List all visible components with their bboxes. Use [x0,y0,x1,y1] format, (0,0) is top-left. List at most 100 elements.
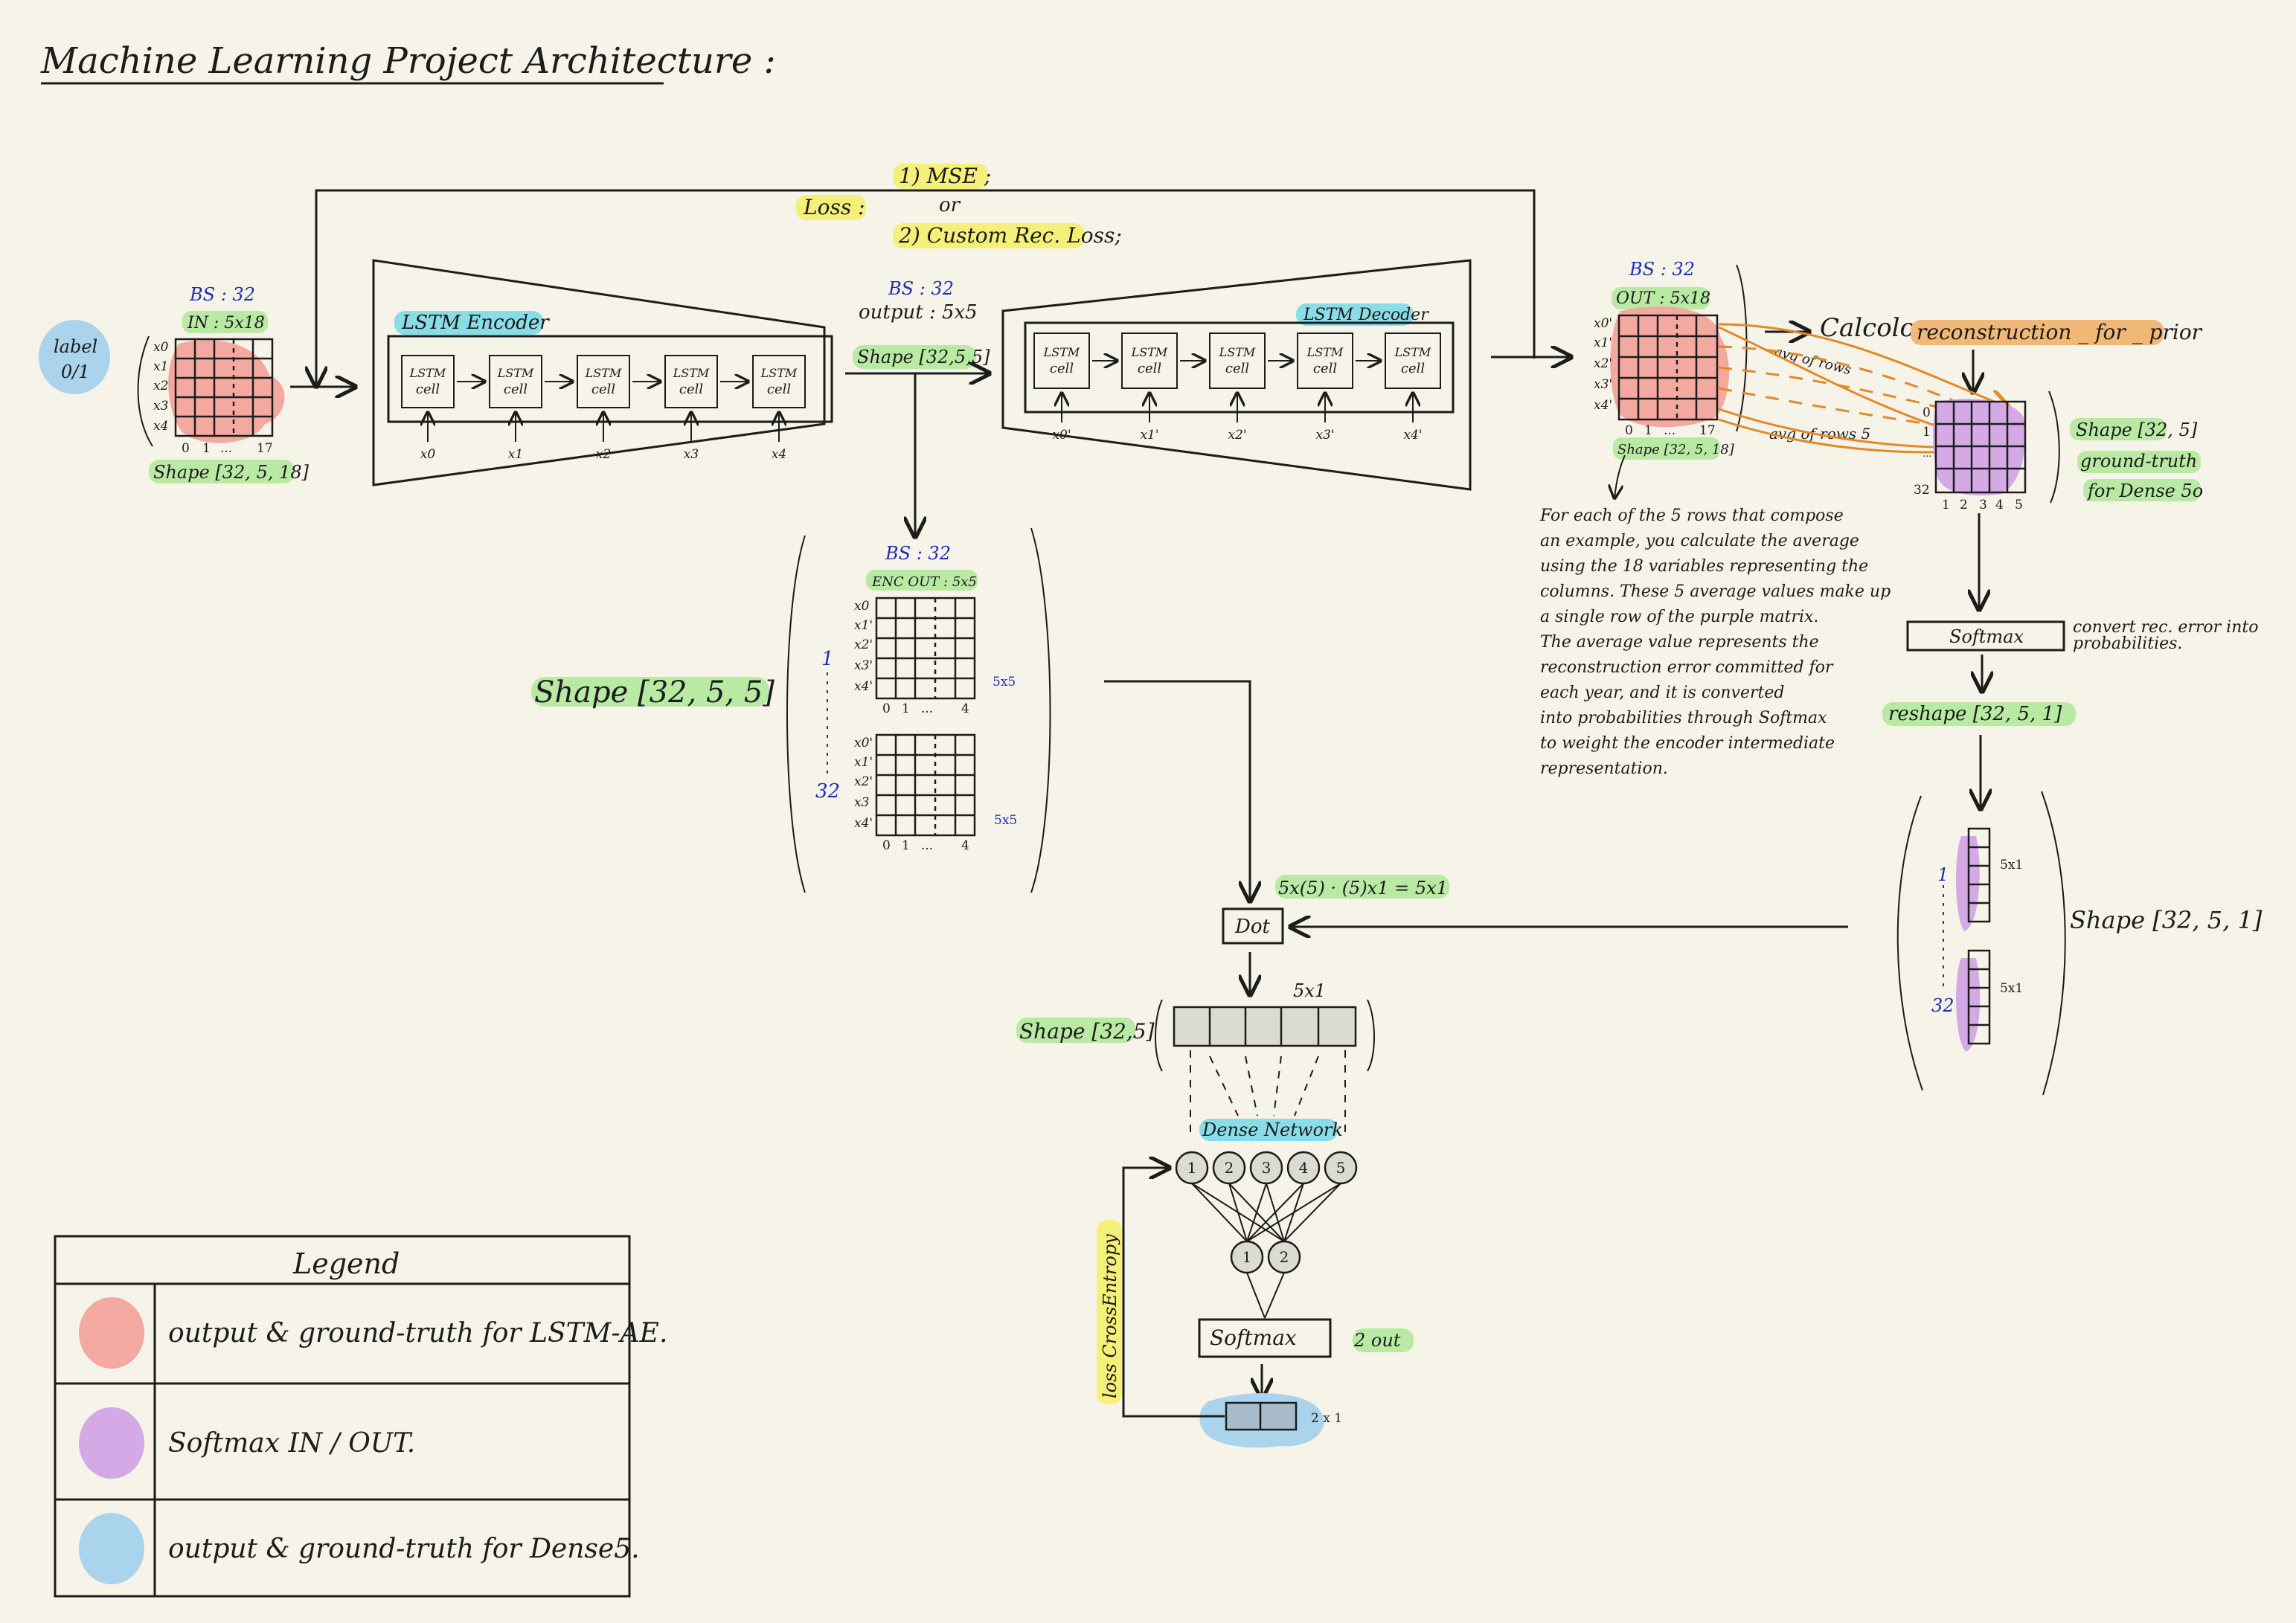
weights-count-top: 1 [1937,864,1949,885]
prior-matrix-block: 0 1 ... 32 1 2 3 4 5 Shape [32, 5] groun… [1914,391,2203,610]
svg-text:17: 17 [257,441,273,456]
encoder-cells: LSTM cell x0 LSTM cell x1 LSTM cell x2 LSTM cell x3… [401,355,806,462]
enc-out-size-bottom: 5x5 [994,813,1017,828]
encoder-input-label: x1 [508,447,523,462]
decoder-cell: LSTM cell [1121,332,1178,389]
svg-text:5: 5 [2015,498,2023,512]
svg-text:4: 4 [961,701,969,716]
weights-size-top: 5x1 [2000,858,2023,872]
decoder-input-label: x3' [1315,428,1334,443]
dense-out-note: 2 out [1353,1330,1401,1351]
recon-batch-size: BS : 32 [1629,259,1695,280]
decoder-cell-sublabel: cell [1050,361,1074,376]
dense-node-label: 2 [1280,1248,1289,1266]
svg-text:x0: x0 [153,340,169,355]
dot-output-shape: Shape [32,5] [1019,1019,1155,1044]
svg-text:x4': x4' [854,679,873,694]
svg-text:1: 1 [902,701,910,716]
svg-text:x3': x3' [1594,377,1612,392]
input-dimensions: IN : 5x18 [187,314,265,332]
legend: Legend output & ground-truth for LSTM-AE… [54,1235,667,1598]
enc-out-row-labels-top: x0 x1' x2' x3' x4' [854,599,873,694]
svg-text:1: 1 [1644,423,1652,438]
enc-out-count-bottom: 32 [815,780,840,803]
svg-text:x1': x1' [854,755,873,770]
encoder-output-stack: BS : 32 ENC OUT : 5x5 x0 x1' x2' x3' x4'… [531,527,1051,893]
dot-formula: 5x(5) · (5)x1 = 5x1 [1278,878,1448,899]
svg-text:x4: x4 [153,419,168,434]
decoder-cell: LSTM cell [1297,332,1353,389]
legend-swatch [79,1513,144,1584]
svg-text:x1: x1 [153,359,168,374]
svg-text:...: ... [1664,423,1675,438]
dot-label: Dot [1234,916,1270,938]
svg-text:x0': x0' [854,736,873,751]
enc-out-dimensions: ENC OUT : 5x5 [871,574,977,590]
encoder-cell: LSTM cell [752,355,806,408]
svg-text:x3: x3 [153,399,168,414]
recon-dimensions: OUT : 5x18 [1616,289,1710,308]
svg-text:x2': x2' [854,637,873,652]
dense-output-connection [1246,1272,1266,1319]
weights-size-bottom: 5x1 [2000,981,2023,996]
encoder-cell-label: LSTM [760,366,798,380]
input-salmon-blob [168,340,285,443]
encoder-cell: LSTM cell [577,355,630,408]
input-row-labels: x0 x1 x2 x3 x4 [153,340,169,434]
svg-text:x2': x2' [1594,356,1612,371]
svg-text:0: 0 [1923,405,1931,420]
encoder-cell-label: LSTM [409,366,446,380]
legend-title: Legend [292,1247,400,1280]
svg-text:x4': x4' [854,816,873,831]
dot-output-size: 5x1 [1293,980,1326,1001]
svg-text:x0: x0 [854,599,870,614]
label-values: 0/1 [61,361,90,382]
recon-col-labels: 0 1 ... 17 [1625,423,1716,438]
loss-option-mse: 1) MSE ; [899,164,991,188]
svg-text:4: 4 [961,838,969,853]
encoder-input-label: x0 [420,447,436,462]
decoder-input-label: x2' [1228,428,1246,443]
svg-text:0: 0 [182,441,190,456]
decoder-cell-label: LSTM [1043,345,1080,359]
reconstruction-for-prior-label: reconstruction _ for _ prior [1917,320,2203,344]
decoder-cell-label: LSTM [1394,345,1431,359]
loss-or: or [939,194,961,216]
svg-text:...: ... [921,701,933,716]
svg-text:x2: x2 [153,379,168,393]
decoder-cells: LSTM cell x0' LSTM cell x1' LSTM cell x2' LSTM cel… [1033,332,1441,443]
svg-text:1: 1 [1942,498,1950,512]
input-col-labels: 0 1 ... 17 [182,441,273,456]
encoder-input-label: x3 [684,447,699,462]
label-blob [39,320,110,394]
svg-text:17: 17 [1699,423,1716,438]
decoder-cell-label: LSTM [1306,345,1344,359]
encoder-cell-label: LSTM [585,366,622,380]
svg-text:x1': x1' [854,618,873,633]
decoder-cell: LSTM cell [1033,332,1090,389]
svg-text:...: ... [1923,449,1931,460]
enc-out-count-top: 1 [821,648,834,670]
explanation-line: to weight the encoder intermediate [1540,734,1835,753]
dense-loss-label: loss CrossEntropy [1100,1234,1120,1398]
decoder-title: LSTM Decoder [1303,306,1429,324]
dense-node-label: 4 [1299,1159,1309,1177]
encoder-cell-label: LSTM [673,366,710,380]
enc-out-batch: BS : 32 [885,543,951,564]
prior-for-dense: for Dense 5o [2086,481,2203,501]
page-title: Machine Learning Project Architecture : [40,40,776,82]
dense-output-connection [1264,1272,1285,1319]
svg-text:0: 0 [1625,423,1633,438]
dense-network: Dense Network 1 2 3 4 5 1 2 Softmax 2 out 2 x … [1097,1119,1414,1448]
softmax-right-note-2: probabilities. [2073,634,2182,653]
recon-row-labels: x0' x1' x2' x3' x4' [1594,316,1612,413]
explanation-line: representation. [1540,759,1668,778]
decoder-cell-label: LSTM [1219,345,1256,359]
prior-shape: Shape [32, 5] [2076,420,2198,440]
enc-out-size-top: 5x5 [993,675,1016,690]
svg-text:x3: x3 [854,795,869,810]
encoder-cell: LSTM cell [489,355,542,408]
encoder-output-batch: BS : 32 [888,278,954,299]
softmax-right-block: Softmax convert rec. error into probabil… [1882,618,2258,809]
label-text: label [54,336,97,357]
